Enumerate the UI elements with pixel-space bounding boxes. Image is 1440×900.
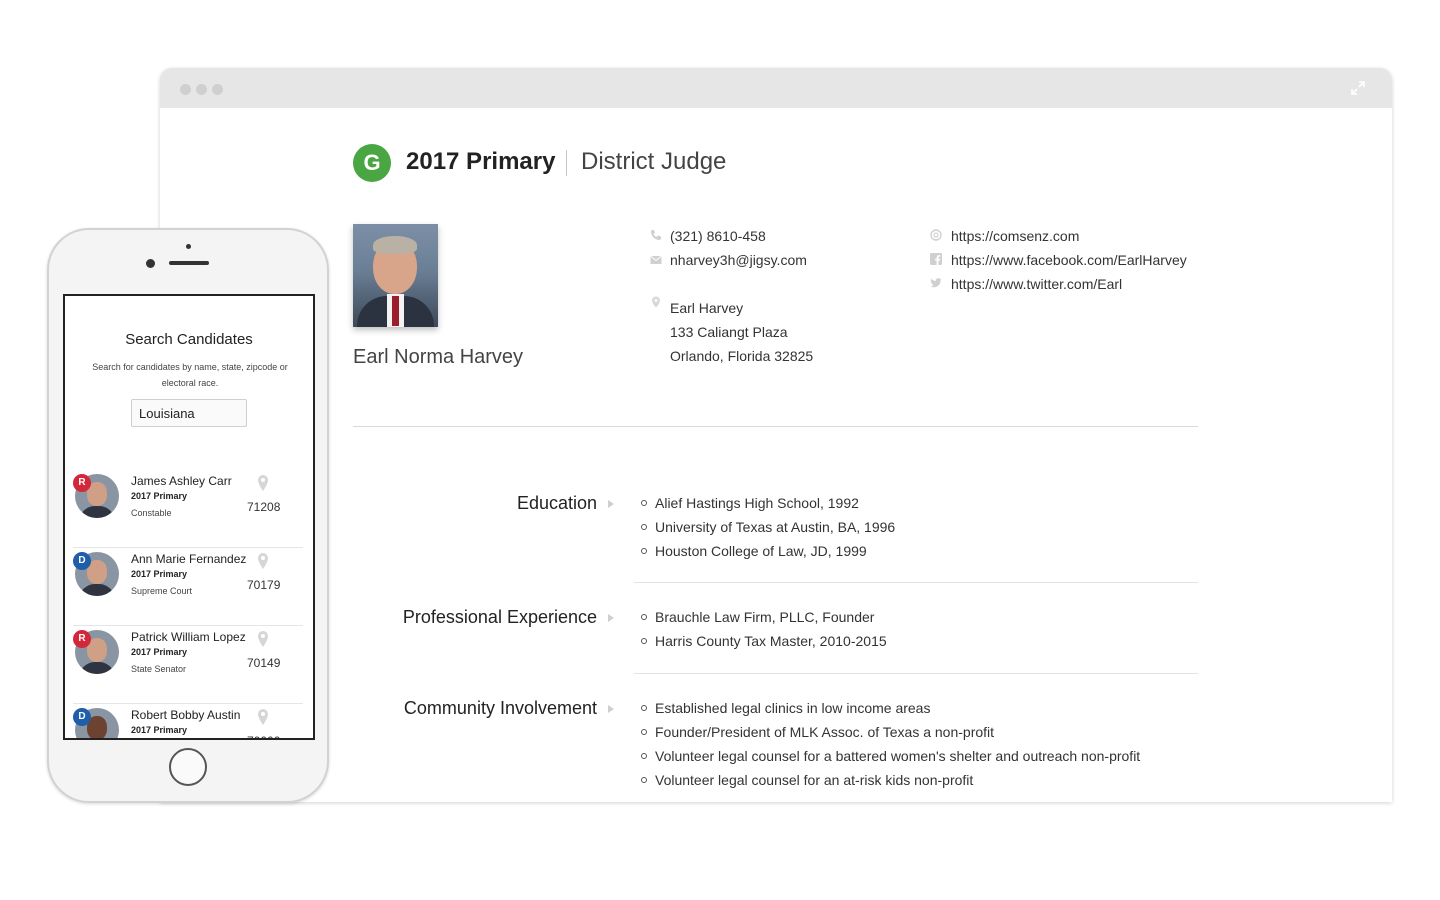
title-divider (566, 150, 567, 176)
browser-title-bar (160, 68, 1392, 108)
race-title: District Judge (581, 148, 727, 175)
candidate-name: Ann Marie Fernandez (131, 552, 247, 566)
location-pin-icon (258, 709, 268, 725)
expand-icon[interactable] (1350, 80, 1366, 96)
phone-sensor (186, 244, 191, 249)
candidate-election: 2017 Primary (131, 491, 188, 501)
community-list: Established legal clinics in low income … (640, 696, 1140, 792)
phone-number[interactable]: (321) 8610-458 (670, 228, 766, 244)
party-badge: D (73, 552, 91, 570)
candidate-zip: 70149 (247, 656, 281, 670)
list-item: Volunteer legal counsel for a battered w… (640, 744, 1140, 768)
twitter-icon (930, 278, 942, 288)
website-link[interactable]: https://comsenz.com (951, 228, 1079, 244)
candidate-race: State Senator (131, 664, 187, 674)
candidate-election: 2017 Primary (131, 647, 188, 657)
candidate-race: Supreme Court (131, 586, 193, 596)
location-pin-icon (258, 631, 268, 647)
party-badge: R (73, 630, 91, 648)
list-item: Volunteer legal counsel for an at-risk k… (640, 768, 1140, 792)
section-label-professional-experience: Professional Experience (402, 607, 597, 627)
list-item: Established legal clinics in low income … (640, 696, 1140, 720)
list-item: University of Texas at Austin, BA, 1996 (640, 515, 895, 539)
candidate-race: Constable (131, 508, 172, 518)
list-item: Harris County Tax Master, 2010-2015 (640, 629, 887, 653)
globe-icon (930, 229, 942, 241)
phone-camera (146, 259, 155, 268)
list-item[interactable]: R Patrick William Lopez 2017 Primary Sta… (73, 626, 305, 704)
window-dot-minimize[interactable] (196, 84, 207, 95)
window-dot-zoom[interactable] (212, 84, 223, 95)
list-item[interactable]: R James Ashley Carr 2017 Primary Constab… (73, 470, 305, 548)
section-divider (634, 673, 1198, 674)
education-list: Alief Hastings High School, 1992 Univers… (640, 491, 895, 563)
facebook-icon (930, 253, 942, 265)
list-item[interactable]: D Robert Bobby Austin 2017 Primary 70000 (73, 704, 305, 738)
candidate-profile: G 2017 Primary District Judge Earl Norma… (160, 108, 1392, 802)
list-item: Brauchle Law Firm, PLLC, Founder (640, 605, 887, 629)
candidate-election: 2017 Primary (131, 725, 188, 735)
party-badge: R (73, 474, 91, 492)
browser-window: G 2017 Primary District Judge Earl Norma… (160, 68, 1392, 802)
section-label-education: Education (516, 493, 597, 513)
section-arrow (608, 705, 614, 713)
profile-divider (353, 426, 1198, 427)
location-pin-icon (258, 553, 268, 569)
facebook-link[interactable]: https://www.facebook.com/EarlHarvey (951, 252, 1187, 268)
address-line-3: Orlando, Florida 32825 (670, 348, 814, 364)
phone-mockup: Search Candidates Search for candidates … (47, 228, 329, 803)
list-item: Alief Hastings High School, 1992 (640, 491, 895, 515)
window-dot-close[interactable] (180, 84, 191, 95)
list-item: Houston College of Law, JD, 1999 (640, 539, 895, 563)
party-badge: D (73, 708, 91, 726)
section-label-community-involvement: Community Involvement (403, 698, 597, 718)
phone-icon (651, 230, 661, 240)
phone-speaker (169, 261, 209, 265)
candidate-name: Patrick William Lopez (131, 630, 246, 644)
candidate-zip: 70179 (247, 578, 281, 592)
election-title: 2017 Primary (406, 148, 556, 175)
address-line-1: Earl Harvey (670, 300, 744, 316)
search-input[interactable] (131, 399, 247, 427)
phone-screen: Search Candidates Search for candidates … (63, 294, 315, 740)
email-link[interactable]: nharvey3h@jigsy.com (670, 252, 807, 268)
section-divider (634, 582, 1198, 583)
twitter-link[interactable]: https://www.twitter.com/Earl (951, 276, 1122, 292)
candidate-name: James Ashley Carr (131, 474, 232, 488)
election-badge: G (353, 144, 391, 182)
experience-list: Brauchle Law Firm, PLLC, Founder Harris … (640, 605, 887, 653)
candidate-name: Robert Bobby Austin (131, 708, 241, 722)
list-item: Founder/President of MLK Assoc. of Texas… (640, 720, 1140, 744)
location-pin-icon (652, 296, 660, 308)
list-item[interactable]: D Ann Marie Fernandez 2017 Primary Supre… (73, 548, 305, 626)
mail-icon (650, 255, 662, 264)
home-button[interactable] (169, 748, 207, 786)
search-title: Search Candidates (125, 331, 253, 348)
candidate-election: 2017 Primary (131, 569, 188, 579)
location-pin-icon (258, 475, 268, 491)
candidate-photo (353, 224, 438, 327)
candidate-zip: 71208 (247, 500, 281, 514)
candidate-zip: 70000 (247, 734, 280, 738)
section-arrow (608, 614, 614, 622)
search-description: Search for candidates by name, state, zi… (92, 362, 288, 388)
candidate-name: Earl Norma Harvey (353, 346, 524, 368)
section-arrow (608, 500, 614, 508)
address-line-2: 133 Caliangt Plaza (670, 324, 788, 340)
